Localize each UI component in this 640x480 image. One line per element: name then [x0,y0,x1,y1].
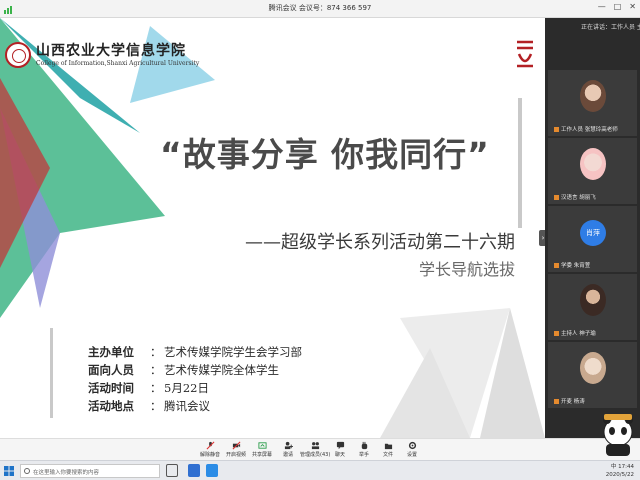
settings-button[interactable]: 设置 [400,441,424,458]
info-value: 艺术传媒学院全体学生 [164,363,279,377]
info-key: 活动地点 [88,399,134,413]
info-row: 面向人员 ： 艺术传媒学院全体学生 [88,362,302,380]
participant-name: 开麦 杨涛 [561,399,585,405]
meeting-window: 腾讯会议 会议号：874 366 597 — □ ✕ 山西农业大学信息学院 Co… [0,0,640,480]
maximize-button[interactable]: □ [614,2,622,11]
slide-brand-icon [517,40,533,68]
browser-app-icon[interactable] [188,464,200,477]
search-icon [24,468,30,474]
raise-hand-button[interactable]: 举手 [352,441,376,458]
chat-button[interactable]: 聊天 [328,441,352,458]
chat-icon [336,441,344,450]
windows-start-icon[interactable] [4,466,14,476]
participant-tile[interactable]: 肖萍 学委 朱宵萱 [548,206,637,272]
divider-line [50,328,53,418]
participants-panel: 正在讲话：工作人员 主持 工作人员 张慧玲高老师 汉语言 胡丽飞 肖萍 学委 朱… [545,18,640,438]
participant-tile[interactable]: 开麦 杨涛 [548,342,637,408]
participant-name: 汉语言 胡丽飞 [561,195,596,201]
manage-members-button[interactable]: 管理成员(43) [300,441,330,458]
slide-subtitle-2: 学长导航选拔 [418,260,515,279]
mic-icon [554,263,559,268]
mic-icon [554,127,559,132]
participant-name: 工作人员 张慧玲高老师 [561,127,618,133]
ime-indicator[interactable]: 中 [611,464,617,470]
start-video-button[interactable]: 开启视频 [224,441,248,458]
slide-subtitle: ——超级学长系列活动第二十六期 [245,232,515,253]
meeting-titlebar: 腾讯会议 会议号：874 366 597 — □ ✕ [0,0,640,18]
event-info: 主办单位 ： 艺术传媒学院学生会学习部 面向人员 ： 艺术传媒学院全体学生 活动… [88,344,302,416]
info-value: 艺术传媒学院学生会学习部 [164,345,302,359]
shared-screen-slide: 山西农业大学信息学院 College of Information,Shanxi… [0,18,545,438]
clock-date: 2020/5/22 [605,472,634,478]
task-view-icon[interactable] [166,464,178,477]
meeting-app-icon[interactable] [206,464,218,477]
unmute-button[interactable]: 解除静音 [198,441,222,458]
share-screen-icon [257,442,267,449]
info-row: 活动时间 ： 5月22日 [88,380,302,398]
avatar [580,80,606,112]
mic-icon [554,331,559,336]
participant-tile[interactable]: 主持人 神子瑜 [548,274,637,340]
minimize-button[interactable]: — [598,2,606,11]
meeting-toolbar: 解除静音 开启视频 共享屏幕 邀请 管理成员(43) 聊天 举手 文件 设置 [0,438,640,460]
files-button[interactable]: 文件 [376,441,400,458]
avatar [580,352,606,384]
speaking-indicator: 正在讲话：工作人员 主持 [581,24,640,31]
participant-tile[interactable]: 工作人员 张慧玲高老师 [548,70,637,136]
invite-icon [284,441,293,450]
info-key: 面向人员 [88,363,134,377]
panda-mascot-icon [603,414,633,456]
mic-muted-icon [206,441,214,450]
info-value: 腾讯会议 [164,399,210,413]
info-key: 主办单位 [88,345,134,359]
university-name: 山西农业大学信息学院 [36,43,186,59]
mic-icon [554,195,559,200]
info-row: 活动地点 ： 腾讯会议 [88,398,302,416]
clock-time: 17:44 [618,464,634,470]
os-taskbar: 在这里输入你要搜索的内容 中 17:44 2020/5/22 [0,460,640,480]
info-key: 活动时间 [88,381,134,395]
share-screen-button[interactable]: 共享屏幕 [250,441,274,458]
close-button[interactable]: ✕ [629,2,636,11]
avatar-initials: 肖萍 [580,220,606,246]
slide-title: “故事分享 你我同行” [160,135,490,174]
gear-icon [408,441,416,450]
mic-icon [554,399,559,404]
hand-icon [361,441,367,450]
meeting-title: 腾讯会议 会议号：874 366 597 [268,4,372,12]
participant-name: 学委 朱宵萱 [561,263,591,269]
system-tray: 中 17:44 2020/5/22 [606,463,634,479]
folder-icon [384,443,392,450]
info-row: 主办单位 ： 艺术传媒学院学生会学习部 [88,344,302,362]
camera-off-icon [232,441,240,450]
invite-button[interactable]: 邀请 [276,441,300,458]
participant-name: 主持人 神子瑜 [561,331,596,337]
avatar [580,284,606,316]
members-icon [311,442,319,450]
taskbar-search-input[interactable]: 在这里输入你要搜索的内容 [20,464,160,478]
info-value: 5月22日 [164,381,209,395]
university-name-en: College of Information,Shanxi Agricultur… [36,60,200,67]
university-seal-icon [5,42,31,68]
divider-line [518,98,522,228]
participant-tile[interactable]: 汉语言 胡丽飞 [548,138,637,204]
avatar [580,148,606,180]
